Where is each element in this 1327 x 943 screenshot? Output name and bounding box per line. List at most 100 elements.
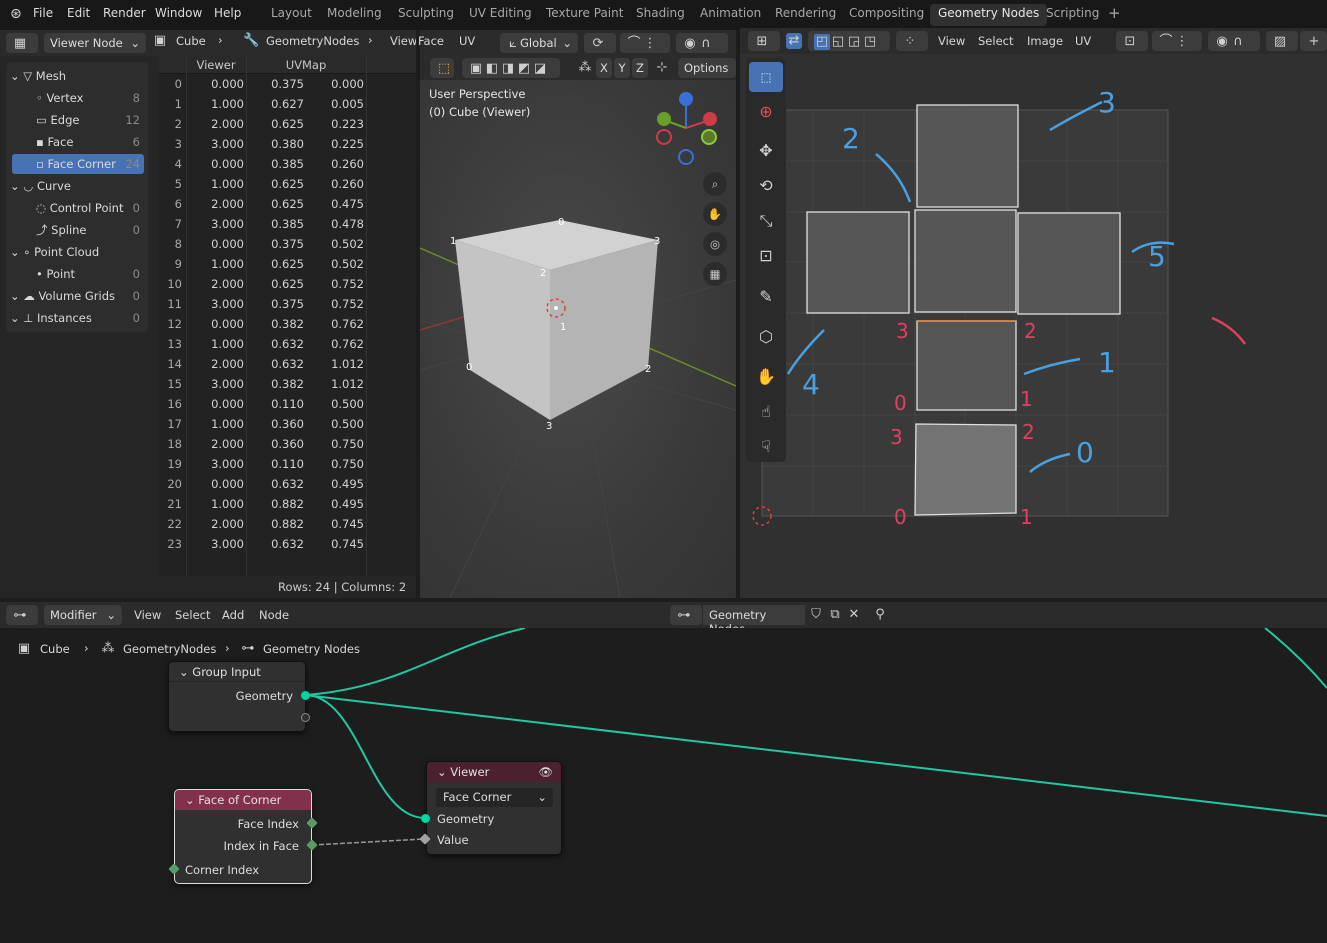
node-menu-add[interactable]: Add (222, 608, 244, 622)
menu-edit[interactable]: Edit (67, 6, 90, 20)
node-breadcrumb-modifier[interactable]: GeometryNodes (123, 642, 216, 656)
column-header-uvmap[interactable]: UVMap (246, 56, 366, 74)
tab-modeling[interactable]: Modeling (327, 6, 382, 20)
grab-tool-icon[interactable]: ✋ (749, 362, 783, 392)
uv-menu-view[interactable]: View (938, 34, 965, 48)
collapse-chevron-icon[interactable]: ⌄ (185, 793, 195, 807)
viewer-node[interactable]: ⌄ Viewer 👁 Face Corner ⌄ Geometry Value (426, 761, 562, 855)
pivot-dropdown[interactable]: ⟳ (584, 33, 616, 53)
tab-geometry-nodes[interactable]: Geometry Nodes (930, 4, 1048, 26)
tree-item-point-cloud[interactable]: ⌄ ∘ Point Cloud (6, 242, 144, 262)
collapse-chevron-icon[interactable]: ⌄ (437, 765, 447, 779)
node-tree-type-dropdown[interactable]: Modifier ⌄ (44, 605, 122, 625)
gizmo-z-icon[interactable] (679, 92, 693, 106)
cursor-tool-icon[interactable]: ⊕ (749, 97, 783, 127)
tree-item-instances[interactable]: ⌄ ⊥ Instances 0 (6, 308, 144, 328)
tree-item-mesh[interactable]: ⌄ ▽ Mesh (6, 66, 144, 86)
editor-type-dropdown[interactable]: ▦ (6, 33, 38, 53)
tab-layout[interactable]: Layout (271, 6, 312, 20)
menu-file[interactable]: File (33, 6, 53, 20)
tree-item-control-point[interactable]: ◌ Control Point 0 (6, 198, 144, 218)
menu-window[interactable]: Window (155, 6, 202, 20)
navigation-gizmo[interactable] (656, 92, 717, 165)
transform-tool-icon[interactable]: ⊡ (749, 241, 783, 271)
annotate-tool-icon[interactable]: ✎ (749, 282, 783, 312)
node-menu-view[interactable]: View (134, 608, 161, 622)
node-breadcrumb-tree[interactable]: Geometry Nodes (263, 642, 360, 656)
viewer-node-dropdown[interactable]: Viewer Node ⌄ (44, 33, 146, 53)
mirror-icon[interactable]: ⁂ (577, 60, 593, 76)
node-editor-type-dropdown[interactable]: ⊶ (6, 605, 38, 625)
options-dropdown[interactable]: Options (678, 58, 736, 78)
relax-tool-icon[interactable]: ☝ (749, 397, 783, 427)
tab-compositing[interactable]: Compositing (849, 6, 924, 20)
tree-item-curve[interactable]: ⌄ ◡ Curve (6, 176, 144, 196)
breadcrumb-object[interactable]: Cube (176, 34, 206, 48)
perspective-grid-icon[interactable]: ▦ (703, 262, 727, 286)
uv-face-5[interactable] (1017, 212, 1121, 315)
uv-face-2[interactable] (914, 209, 1017, 313)
add-workspace-icon[interactable]: + (1108, 4, 1121, 22)
camera-icon[interactable]: ◎ (703, 232, 727, 256)
uv-face-3[interactable] (916, 104, 1019, 208)
sticky-select-dropdown[interactable]: ⁘ (896, 31, 928, 51)
3d-viewport[interactable]: 0 1 3 2 1 0 2 3 User Perspective (0) Cub… (419, 80, 737, 599)
axis-z-toggle[interactable]: Z (632, 58, 648, 78)
viewport-menu-face[interactable]: Face (418, 34, 444, 48)
face-of-corner-node[interactable]: ⌄ Face of Corner Face Index Index in Fac… (174, 789, 312, 884)
uv-face-0[interactable] (914, 423, 1017, 516)
gizmo-x-icon[interactable] (703, 112, 717, 126)
face-of-corner-header[interactable]: ⌄ Face of Corner (175, 790, 311, 810)
uv-pivot-dropdown[interactable]: ⊡ (1116, 31, 1148, 51)
blender-logo-icon[interactable]: ⊛ (10, 6, 22, 22)
fake-user-shield-icon[interactable]: ⛉ (808, 607, 824, 623)
select-mode-button[interactable]: ⬚ (430, 58, 454, 78)
tree-item-volume-grids[interactable]: ⌄ ☁ Volume Grids 0 (6, 286, 144, 306)
new-image-button[interactable]: + (1300, 31, 1327, 51)
unlink-close-icon[interactable]: ✕ (846, 607, 862, 623)
breadcrumb-modifier[interactable]: GeometryNodes (266, 34, 359, 48)
zoom-icon[interactable]: ⌕ (703, 172, 727, 196)
gizmo-neg-z-icon[interactable] (678, 149, 694, 165)
uv-editor-canvas[interactable]: 3 2 5 4 1 0 3 2 0 1 3 2 0 1 ⬚ ⊕ ✥ ⟲ ⤡ ⊡ … (740, 54, 1327, 598)
column-header-viewer[interactable]: Viewer (186, 56, 246, 74)
tool-settings-icon[interactable]: ⊹ (654, 60, 670, 76)
orientation-dropdown[interactable]: ⟀ Global ⌄ (500, 33, 578, 53)
uv-face-1[interactable] (916, 320, 1017, 411)
sync-selection-icon[interactable]: ⇄ (786, 33, 802, 49)
collapse-chevron-icon[interactable]: ⌄ (179, 665, 189, 679)
tree-item-spline[interactable]: ⤴ Spline 0 (6, 220, 144, 240)
eye-icon[interactable]: 👁 (538, 762, 553, 782)
tab-uv-editing[interactable]: UV Editing (469, 6, 532, 20)
scale-tool-icon[interactable]: ⤡ (749, 206, 783, 236)
tab-rendering[interactable]: Rendering (775, 6, 836, 20)
pan-hand-icon[interactable]: ✋ (703, 202, 727, 226)
uv-select-mode-group[interactable]: ◰ ◱ ◲ ◳ (808, 31, 890, 51)
node-breadcrumb-object[interactable]: Cube (40, 642, 70, 656)
tree-item-edge[interactable]: ▭ Edge 12 (6, 110, 144, 130)
tab-animation[interactable]: Animation (700, 6, 761, 20)
tab-scripting[interactable]: Scripting (1046, 6, 1099, 20)
breadcrumb-viewer[interactable]: Viewer (390, 34, 416, 48)
tree-item-face-corner[interactable]: ▫ Face Corner 24 (12, 154, 144, 174)
viewport-menu-uv[interactable]: UV (459, 34, 475, 48)
uv-menu-select[interactable]: Select (978, 34, 1013, 48)
select-box-tool-icon[interactable]: ⬚ (749, 62, 783, 92)
tab-texture-paint[interactable]: Texture Paint (546, 6, 623, 20)
geometry-output-socket[interactable] (301, 691, 310, 700)
move-tool-icon[interactable]: ✥ (749, 136, 783, 166)
gizmo-neg-x-icon[interactable] (656, 129, 672, 145)
node-tree-name-field[interactable]: Geometry Nodes (703, 605, 805, 636)
pin-icon[interactable]: ⚲ (872, 607, 888, 623)
menu-help[interactable]: Help (214, 6, 241, 20)
gizmo-neg-y-icon[interactable] (701, 129, 717, 145)
group-input-header[interactable]: ⌄ Group Input (169, 662, 305, 682)
uv-editor-type-dropdown[interactable]: ⊞ (748, 31, 780, 51)
gizmo-y-icon[interactable] (657, 112, 671, 126)
viewer-domain-dropdown[interactable]: Face Corner ⌄ (436, 788, 553, 807)
tree-item-point[interactable]: • Point 0 (6, 264, 144, 284)
pinch-tool-icon[interactable]: ☟ (749, 432, 783, 462)
axis-y-toggle[interactable]: Y (614, 58, 630, 78)
viewer-geometry-socket[interactable] (421, 814, 430, 823)
node-tree-browse-dropdown[interactable]: ⊶ (670, 605, 702, 625)
